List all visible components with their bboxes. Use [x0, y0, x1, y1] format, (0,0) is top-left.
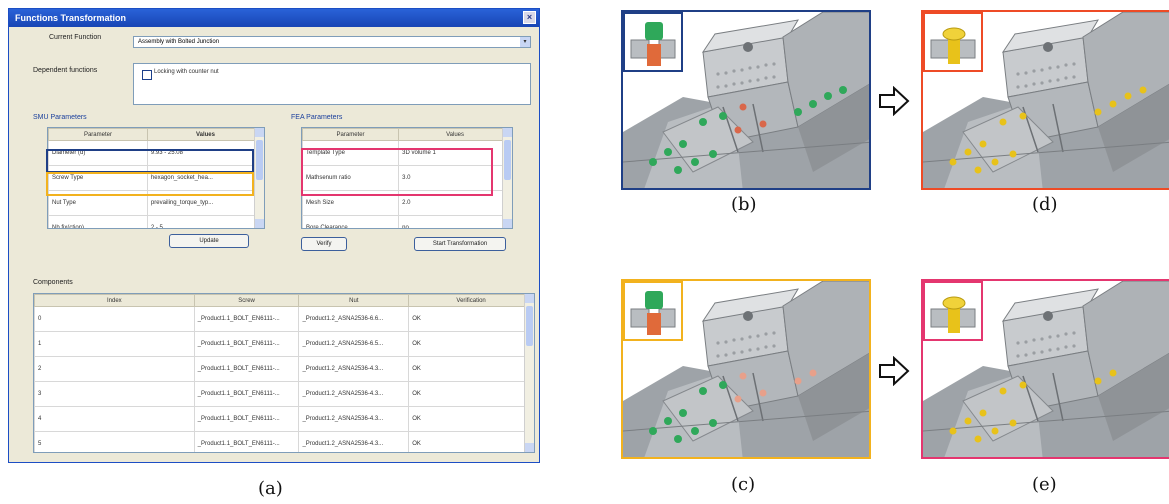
dialog-titlebar: Functions Transformation × — [9, 9, 539, 27]
current-function-label: Current Function — [49, 34, 102, 41]
comp-verification: OK — [408, 406, 534, 432]
components-scrollbar[interactable] — [524, 294, 534, 452]
comp-verification: OK — [408, 356, 534, 382]
panel-e-render — [921, 279, 1169, 459]
comp-nut: _Product1.2_ASNA2536-4.3... — [298, 406, 410, 432]
comp-verification: OK — [408, 306, 534, 332]
comp-index: 5 — [34, 431, 195, 452]
dialog-title: Functions Transformation — [15, 13, 127, 23]
bolt-inset-icon — [623, 281, 683, 341]
scroll-down-icon[interactable] — [525, 443, 534, 452]
comp-screw: _Product1.1_BOLT_EN6111-... — [193, 406, 300, 432]
comp-screw: _Product1.1_BOLT_EN6111-... — [193, 306, 300, 332]
comp-index: 2 — [34, 356, 195, 382]
comp-index: 3 — [34, 381, 195, 407]
screw-type-highlight — [46, 172, 254, 196]
table-row[interactable]: Nb fix(ction) 2 - 5 — [48, 215, 264, 228]
table-row[interactable]: 4 _Product1.1_BOLT_EN6111-... _Product1.… — [34, 406, 534, 432]
fea-param: Bore Clearance — [302, 215, 400, 228]
start-transformation-button[interactable]: Start Transformation — [414, 237, 506, 251]
comp-verification: OK — [408, 331, 534, 357]
scroll-down-icon[interactable] — [255, 219, 264, 228]
panel-c-render — [621, 279, 871, 459]
smu-header-parameter[interactable]: Parameter — [48, 128, 148, 141]
dependent-option-label: Locking with counter nut — [154, 69, 219, 75]
bolt-inset-icon — [923, 281, 983, 341]
comp-screw: _Product1.1_BOLT_EN6111-... — [193, 431, 300, 452]
comp-header-index[interactable]: Index — [34, 294, 195, 307]
table-row[interactable]: 2 _Product1.1_BOLT_EN6111-... _Product1.… — [34, 356, 534, 382]
smu-header-values[interactable]: Values — [146, 128, 264, 141]
comp-index: 0 — [34, 306, 195, 332]
bolt-inset-b — [630, 22, 676, 66]
scroll-thumb[interactable] — [504, 140, 511, 180]
caption-a: (a) — [258, 478, 283, 499]
comp-header-verification[interactable]: Verification — [408, 294, 534, 307]
fea-header-values[interactable]: Values — [398, 128, 512, 141]
fea-template-highlight — [301, 148, 493, 196]
comp-screw: _Product1.1_BOLT_EN6111-... — [193, 381, 300, 407]
caption-b: (b) — [731, 194, 757, 215]
comp-nut: _Product1.2_ASNA2536-4.3... — [298, 356, 410, 382]
caption-d: (d) — [1032, 194, 1058, 215]
comp-index: 4 — [34, 406, 195, 432]
comp-nut: _Product1.2_ASNA2536-4.3... — [298, 381, 410, 407]
comp-header-screw[interactable]: Screw — [193, 294, 300, 307]
caption-e: (e) — [1032, 474, 1057, 495]
table-row[interactable]: 3 _Product1.1_BOLT_EN6111-... _Product1.… — [34, 381, 534, 407]
checkbox-icon[interactable] — [142, 70, 152, 80]
comp-verification: OK — [408, 381, 534, 407]
scroll-down-icon[interactable] — [503, 219, 512, 228]
panel-b-render — [621, 10, 871, 190]
table-row[interactable]: 5 _Product1.1_BOLT_EN6111-... _Product1.… — [34, 431, 534, 452]
fea-scrollbar[interactable] — [502, 128, 512, 228]
close-icon[interactable]: × — [523, 11, 536, 24]
scroll-thumb[interactable] — [526, 306, 533, 346]
current-function-select[interactable]: Assembly with Bolted Junction ▾ — [133, 36, 531, 48]
scroll-up-icon[interactable] — [255, 128, 264, 137]
dependent-functions-list[interactable]: Locking with counter nut — [133, 63, 531, 105]
comp-index: 1 — [34, 331, 195, 357]
bolt-inset-icon — [623, 12, 683, 72]
smu-param: Nb fix(ction) — [48, 215, 148, 228]
diameter-highlight — [46, 149, 254, 173]
comp-nut: _Product1.2_ASNA2536-6.6... — [298, 306, 410, 332]
scroll-up-icon[interactable] — [525, 294, 534, 303]
update-button[interactable]: Update — [169, 234, 249, 248]
bolt-inset-c — [630, 291, 676, 335]
chevron-down-icon[interactable]: ▾ — [520, 37, 530, 47]
fea-header-parameter[interactable]: Parameter — [302, 128, 400, 141]
fea-parameters-group: FEA Parameters — [291, 114, 343, 121]
smu-scrollbar[interactable] — [254, 128, 264, 228]
components-grid[interactable]: Index Screw Nut Verification 0 _Product1… — [33, 293, 535, 453]
scroll-thumb[interactable] — [256, 140, 263, 180]
smu-value[interactable]: 2 - 5 — [146, 215, 264, 228]
right-arrow-icon — [879, 86, 910, 116]
table-row[interactable]: 0 _Product1.1_BOLT_EN6111-... _Product1.… — [34, 306, 534, 332]
dependent-functions-label: Dependent functions — [33, 67, 98, 74]
verify-button[interactable]: Verify — [301, 237, 347, 251]
comp-screw: _Product1.1_BOLT_EN6111-... — [193, 331, 300, 357]
bolt-inset-e — [930, 296, 976, 333]
scroll-up-icon[interactable] — [503, 128, 512, 137]
comp-screw: _Product1.1_BOLT_EN6111-... — [193, 356, 300, 382]
table-row[interactable]: Bore Clearance no — [302, 215, 512, 228]
table-row[interactable]: 1 _Product1.1_BOLT_EN6111-... _Product1.… — [34, 331, 534, 357]
comp-nut: _Product1.2_ASNA2536-4.3... — [298, 431, 410, 452]
panel-d-render — [921, 10, 1169, 190]
fea-value[interactable]: no — [398, 215, 512, 228]
comp-nut: _Product1.2_ASNA2536-6.5... — [298, 331, 410, 357]
bolt-inset-icon — [923, 12, 983, 72]
smu-parameters-group: SMU Parameters — [33, 114, 87, 121]
comp-verification: OK — [408, 431, 534, 452]
caption-c: (c) — [731, 474, 756, 495]
comp-header-nut[interactable]: Nut — [298, 294, 410, 307]
current-function-value: Assembly with Bolted Junction — [138, 39, 220, 45]
functions-transformation-dialog: Functions Transformation × Current Funct… — [8, 8, 540, 463]
right-arrow-icon — [879, 356, 910, 386]
bolt-inset-d — [930, 27, 976, 64]
components-group: Components — [33, 279, 73, 286]
